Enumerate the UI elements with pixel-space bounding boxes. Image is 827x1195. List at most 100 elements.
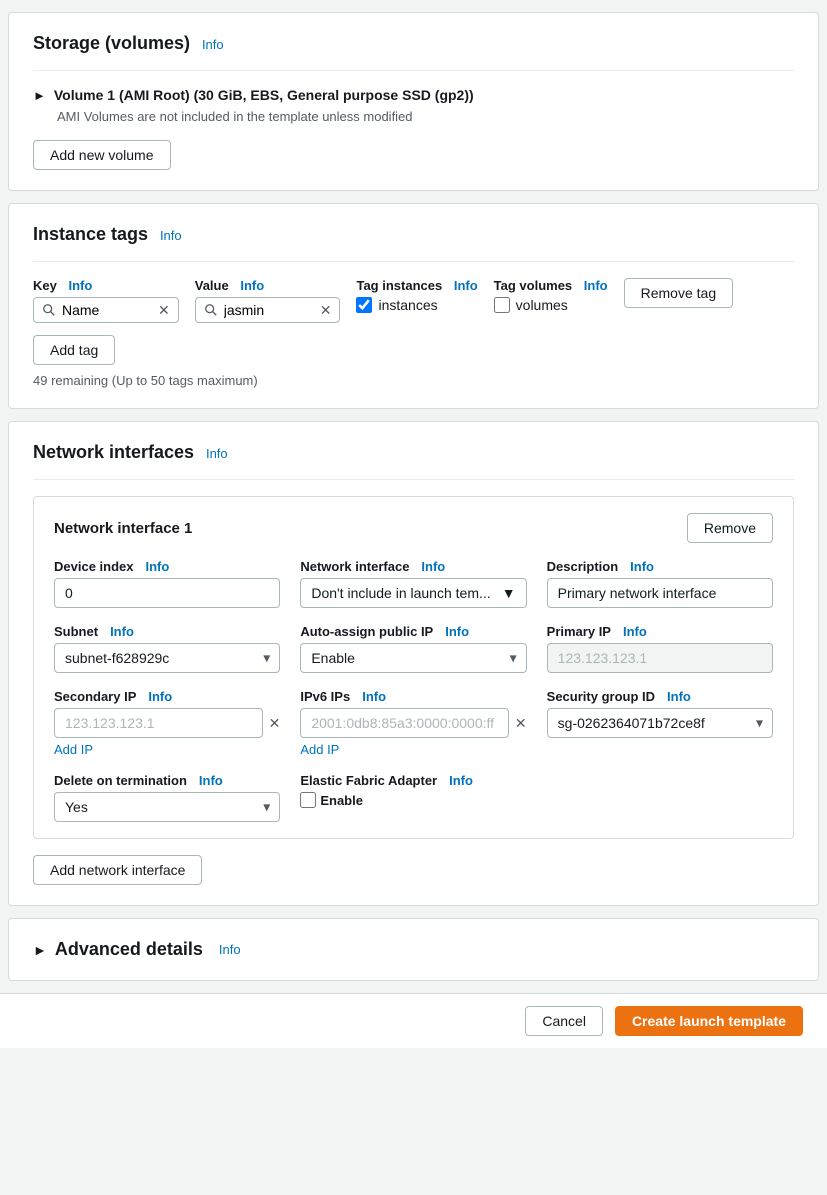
auto-assign-select[interactable]: Enable Disable xyxy=(300,643,526,673)
key-input-wrap: ✕ xyxy=(33,297,179,323)
key-clear-icon[interactable]: ✕ xyxy=(158,303,170,317)
key-input[interactable] xyxy=(62,302,152,318)
volumes-label: volumes xyxy=(516,297,568,313)
volume-label: Volume 1 (AMI Root) (30 GiB, EBS, Genera… xyxy=(54,87,474,103)
ipv6-input[interactable] xyxy=(300,708,509,738)
auto-assign-info[interactable]: Info xyxy=(445,624,469,639)
description-info[interactable]: Info xyxy=(630,559,654,574)
secondary-ip-clear-icon[interactable]: ✕ xyxy=(269,716,281,730)
description-field: Description Info xyxy=(547,559,773,608)
elastic-enable-checkbox[interactable] xyxy=(300,792,316,808)
tag-instances-field: Tag instances Info instances xyxy=(356,278,477,313)
add-ipv6-link[interactable]: Add IP xyxy=(300,742,339,757)
elastic-fabric-label: Elastic Fabric Adapter xyxy=(300,773,437,788)
add-volume-button[interactable]: Add new volume xyxy=(33,140,171,170)
network-interface-chevron-icon: ▼ xyxy=(502,585,516,601)
auto-assign-select-wrap: Enable Disable xyxy=(300,643,526,673)
elastic-fabric-field: Elastic Fabric Adapter Info Enable xyxy=(300,773,526,822)
volume-row: ► Volume 1 (AMI Root) (30 GiB, EBS, Gene… xyxy=(33,87,794,103)
remove-ni-button[interactable]: Remove xyxy=(687,513,773,543)
delete-on-termination-label: Delete on termination xyxy=(54,773,187,788)
elastic-enable-label: Enable xyxy=(320,793,363,808)
device-index-info[interactable]: Info xyxy=(146,559,170,574)
secondary-ip-info[interactable]: Info xyxy=(148,689,172,704)
ipv6-label: IPv6 IPs xyxy=(300,689,350,704)
instance-tags-section: Instance tags Info Key Info ✕ Value Info xyxy=(8,203,819,409)
remaining-note: 49 remaining (Up to 50 tags maximum) xyxy=(33,373,794,388)
tag-volumes-info-link[interactable]: Info xyxy=(584,278,608,293)
primary-ip-input[interactable] xyxy=(547,643,773,673)
ni-card-header: Network interface 1 Remove xyxy=(54,513,773,543)
instance-tags-title: Instance tags xyxy=(33,224,148,244)
ni-card-title: Network interface 1 xyxy=(54,520,192,537)
delete-on-termination-info[interactable]: Info xyxy=(199,773,223,788)
description-input[interactable] xyxy=(547,578,773,608)
ni-form-grid: Device index Info Network interface Info… xyxy=(54,559,773,822)
ipv6-ip-row: ✕ xyxy=(300,708,526,738)
delete-on-termination-field: Delete on termination Info Yes No xyxy=(54,773,280,822)
primary-ip-info[interactable]: Info xyxy=(623,624,647,639)
ipv6-clear-icon[interactable]: ✕ xyxy=(515,716,527,730)
advanced-toggle-icon[interactable]: ► xyxy=(33,942,47,958)
subnet-info[interactable]: Info xyxy=(110,624,134,639)
subnet-field: Subnet Info subnet-f628929c xyxy=(54,624,280,673)
elastic-enable-row[interactable]: Enable xyxy=(300,792,526,808)
remove-tag-button[interactable]: Remove tag xyxy=(624,278,733,308)
value-clear-icon[interactable]: ✕ xyxy=(320,303,332,317)
key-field: Key Info ✕ xyxy=(33,278,179,323)
network-interface-value: Don't include in launch tem... xyxy=(311,585,490,601)
advanced-details-info-link[interactable]: Info xyxy=(219,942,241,957)
security-group-select-wrap: sg-0262364071b72ce8f xyxy=(547,708,773,738)
instances-checkbox-row[interactable]: instances xyxy=(356,297,477,313)
primary-ip-field: Primary IP Info xyxy=(547,624,773,673)
volume-toggle-icon[interactable]: ► xyxy=(33,88,46,103)
value-search-icon xyxy=(204,303,218,317)
instance-tags-info-link[interactable]: Info xyxy=(160,228,182,243)
delete-on-termination-select[interactable]: Yes No xyxy=(54,792,280,822)
tags-row: Key Info ✕ Value Info ✕ Tag in xyxy=(33,278,794,323)
security-group-field: Security group ID Info sg-0262364071b72c… xyxy=(547,689,773,757)
auto-assign-label: Auto-assign public IP xyxy=(300,624,433,639)
security-group-label: Security group ID xyxy=(547,689,655,704)
security-group-info[interactable]: Info xyxy=(667,689,691,704)
create-launch-template-button[interactable]: Create launch template xyxy=(615,1006,803,1036)
value-input[interactable] xyxy=(224,302,314,318)
instances-label: instances xyxy=(378,297,437,313)
tag-instances-info-link[interactable]: Info xyxy=(454,278,478,293)
instances-checkbox[interactable] xyxy=(356,297,372,313)
volumes-checkbox-row[interactable]: volumes xyxy=(494,297,608,313)
advanced-details-title: Advanced details xyxy=(55,939,203,960)
secondary-ip-input[interactable] xyxy=(54,708,263,738)
secondary-ip-row: ✕ xyxy=(54,708,280,738)
tag-volumes-label: Tag volumes xyxy=(494,278,573,293)
key-info-link[interactable]: Info xyxy=(68,278,92,293)
primary-ip-label: Primary IP xyxy=(547,624,611,639)
subnet-select-wrap: subnet-f628929c xyxy=(54,643,280,673)
add-network-interface-button[interactable]: Add network interface xyxy=(33,855,202,885)
delete-on-termination-select-wrap: Yes No xyxy=(54,792,280,822)
volumes-checkbox[interactable] xyxy=(494,297,510,313)
add-tag-button[interactable]: Add tag xyxy=(33,335,115,365)
cancel-button[interactable]: Cancel xyxy=(525,1006,603,1036)
network-interface-info[interactable]: Info xyxy=(421,559,445,574)
device-index-field: Device index Info xyxy=(54,559,280,608)
secondary-ip-field: Secondary IP Info ✕ Add IP xyxy=(54,689,280,757)
subnet-select[interactable]: subnet-f628929c xyxy=(54,643,280,673)
add-secondary-ip-link[interactable]: Add IP xyxy=(54,742,93,757)
value-input-wrap: ✕ xyxy=(195,297,341,323)
network-interfaces-info-link[interactable]: Info xyxy=(206,446,228,461)
ipv6-info[interactable]: Info xyxy=(362,689,386,704)
device-index-input[interactable] xyxy=(54,578,280,608)
storage-info-link[interactable]: Info xyxy=(202,37,224,52)
advanced-details-section: ► Advanced details Info xyxy=(8,918,819,981)
network-interface-label: Network interface xyxy=(300,559,409,574)
network-interface-dropdown[interactable]: Don't include in launch tem... ▼ xyxy=(300,578,526,608)
elastic-fabric-info[interactable]: Info xyxy=(449,773,473,788)
value-info-link[interactable]: Info xyxy=(240,278,264,293)
device-index-label: Device index xyxy=(54,559,134,574)
security-group-select[interactable]: sg-0262364071b72ce8f xyxy=(547,708,773,738)
storage-section: Storage (volumes) Info ► Volume 1 (AMI R… xyxy=(8,12,819,191)
network-interfaces-section: Network interfaces Info Network interfac… xyxy=(8,421,819,906)
volume-note: AMI Volumes are not included in the temp… xyxy=(57,109,794,124)
value-label: Value xyxy=(195,278,229,293)
